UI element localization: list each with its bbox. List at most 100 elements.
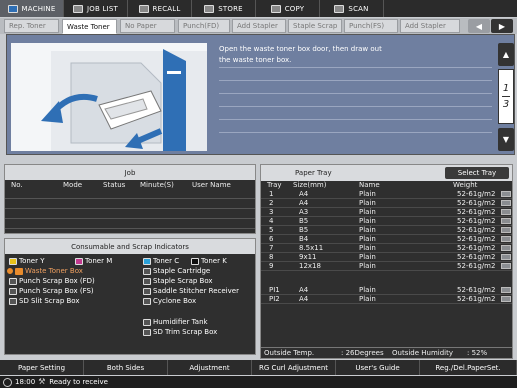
tab-scan[interactable]: SCAN	[320, 0, 384, 17]
top-tab-spacer	[384, 0, 517, 17]
paper-level-icon	[501, 254, 511, 260]
paper-setting-button[interactable]: Paper Setting	[0, 360, 84, 375]
tray-size: 9x11	[299, 253, 317, 261]
tray-row[interactable]: 8 9x11 Plain 52-61g/m2	[261, 253, 512, 262]
consumable-toner-k: Toner K	[191, 257, 227, 265]
tray-paper-name: Plain	[359, 295, 376, 303]
adjustment-button[interactable]: Adjustment	[168, 360, 252, 375]
tab-machine[interactable]: MACHINE	[0, 0, 64, 17]
indicator-tab-punch-fd[interactable]: Punch(FD)	[178, 19, 230, 33]
indicator-tab-rep-toner[interactable]: Rep. Toner	[4, 19, 59, 33]
store-icon	[204, 4, 215, 13]
indicator-next-button[interactable]: ▶	[491, 19, 513, 33]
tab-recall[interactable]: RECALL	[128, 0, 192, 17]
indicator-tab-row: Rep. Toner Waste Toner No Paper Punch(FD…	[0, 18, 517, 34]
job-row[interactable]	[5, 199, 255, 209]
tab-copy[interactable]: COPY	[256, 0, 320, 17]
toner-y-icon	[9, 257, 17, 265]
sd-trim-icon	[143, 328, 151, 336]
page-total: 3	[502, 99, 510, 110]
tray-row[interactable]: 3 A3 Plain 52-61g/m2	[261, 208, 512, 217]
tray-number: 3	[269, 208, 274, 216]
tray-col-size: Size(mm)	[293, 181, 327, 189]
consumable-label: Staple Scrap Box	[153, 277, 213, 285]
tray-number: 2	[269, 199, 274, 207]
paper-level-icon	[501, 263, 511, 269]
tray-row[interactable]: 7 8.5x11 Plain 52-61g/m2	[261, 244, 512, 253]
tray-row[interactable]: PI1 A4 Plain 52-61g/m2	[261, 286, 512, 295]
job-row[interactable]	[5, 189, 255, 199]
reg-del-paperset-button[interactable]: Reg./Del.PaperSet.	[420, 360, 517, 375]
users-guide-button[interactable]: User's Guide	[336, 360, 420, 375]
tray-size: 12x18	[299, 262, 321, 270]
tray-number: PI1	[269, 286, 280, 294]
indicator-tab-label: Staple Scrap	[293, 22, 338, 30]
indicator-tab-no-paper[interactable]: No Paper	[120, 19, 175, 33]
tray-number: 1	[269, 190, 274, 198]
consumable-cyclone-box: Cyclone Box	[143, 297, 196, 305]
tray-number: 5	[269, 226, 274, 234]
tray-row[interactable]: 1 A4 Plain 52-61g/m2	[261, 190, 512, 199]
tab-job-list[interactable]: JOB LIST	[64, 0, 128, 17]
reg-del-label: Reg./Del.PaperSet.	[435, 363, 501, 372]
job-col-no: No.	[11, 181, 23, 189]
job-row[interactable]	[5, 219, 255, 229]
guidance-line-2: the waste toner box.	[219, 56, 292, 64]
copy-icon	[270, 4, 281, 13]
tray-size: B5	[299, 226, 309, 234]
paper-tray-title: Paper Tray	[295, 169, 332, 177]
tray-weight: 52-61g/m2	[457, 208, 496, 216]
indicator-tab-label: Add Stapler	[237, 22, 278, 30]
tray-row[interactable]: 5 B5 Plain 52-61g/m2	[261, 226, 512, 235]
tray-row[interactable]: 2 A4 Plain 52-61g/m2	[261, 199, 512, 208]
page-current: 1	[502, 83, 510, 94]
both-sides-button[interactable]: Both Sides	[84, 360, 168, 375]
waste-toner-box-icon	[15, 267, 23, 275]
indicator-tab-staple-scrap[interactable]: Staple Scrap	[288, 19, 342, 33]
tray-paper-name: Plain	[359, 286, 376, 294]
tray-paper-name: Plain	[359, 253, 376, 261]
consumable-label: Humidifier Tank	[153, 318, 208, 326]
consumable-label: Toner C	[153, 257, 180, 265]
sd-slit-icon	[9, 297, 17, 305]
page-down-button[interactable]: ▼	[498, 128, 514, 151]
indicator-tab-punch-fs[interactable]: Punch(FS)	[344, 19, 398, 33]
tray-paper-name: Plain	[359, 244, 376, 252]
tray-row[interactable]: PI2 A4 Plain 52-61g/m2	[261, 295, 512, 304]
consumable-staple-cartridge: Staple Cartridge	[143, 267, 210, 275]
scan-icon	[334, 4, 345, 13]
indicator-tab-label: Punch(FD)	[183, 22, 220, 30]
page-up-button[interactable]: ▲	[498, 43, 514, 66]
toner-m-icon	[75, 257, 83, 265]
users-guide-label: User's Guide	[355, 363, 400, 372]
tray-weight: 52-61g/m2	[457, 226, 496, 234]
toner-k-icon	[191, 257, 199, 265]
tab-store[interactable]: STORE	[192, 0, 256, 17]
job-row[interactable]	[5, 209, 255, 219]
tray-row[interactable]: 4 B5 Plain 52-61g/m2	[261, 217, 512, 226]
indicator-prev-button[interactable]: ◀	[468, 19, 490, 33]
rg-curl-adjustment-button[interactable]: RG Curl Adjustment	[252, 360, 336, 375]
consumable-humidifier-tank: Humidifier Tank	[143, 318, 208, 326]
tray-weight: 52-61g/m2	[457, 262, 496, 270]
waste-toner-box-illustration	[11, 43, 207, 151]
tray-row[interactable]: 6 B4 Plain 52-61g/m2	[261, 235, 512, 244]
consumable-label: SD Slit Scrap Box	[19, 297, 80, 305]
indicator-tab-add-stapler[interactable]: Add Stapler	[232, 19, 286, 33]
select-tray-button[interactable]: Select Tray	[445, 167, 509, 179]
tray-size: A4	[299, 199, 309, 207]
indicator-tab-add-stapler-2[interactable]: Add Stapler	[400, 19, 460, 33]
triangle-up-icon: ▲	[502, 50, 510, 59]
tray-row[interactable]: 9 12x18 Plain 52-61g/m2	[261, 262, 512, 271]
tray-size: A3	[299, 208, 309, 216]
consumable-staple-scrap-box: Staple Scrap Box	[143, 277, 213, 285]
tray-paper-name: Plain	[359, 235, 376, 243]
bottom-button-bar: Paper Setting Both Sides Adjustment RG C…	[0, 360, 517, 375]
tray-size: A4	[299, 190, 309, 198]
consumable-label: Toner K	[201, 257, 227, 265]
tab-recall-label: RECALL	[152, 4, 181, 13]
top-tab-bar: MACHINE JOB LIST RECALL STORE COPY SCAN	[0, 0, 517, 17]
indicator-tab-waste-toner[interactable]: Waste Toner	[62, 19, 117, 34]
both-sides-label: Both Sides	[106, 363, 145, 372]
tray-weight: 52-61g/m2	[457, 295, 496, 303]
